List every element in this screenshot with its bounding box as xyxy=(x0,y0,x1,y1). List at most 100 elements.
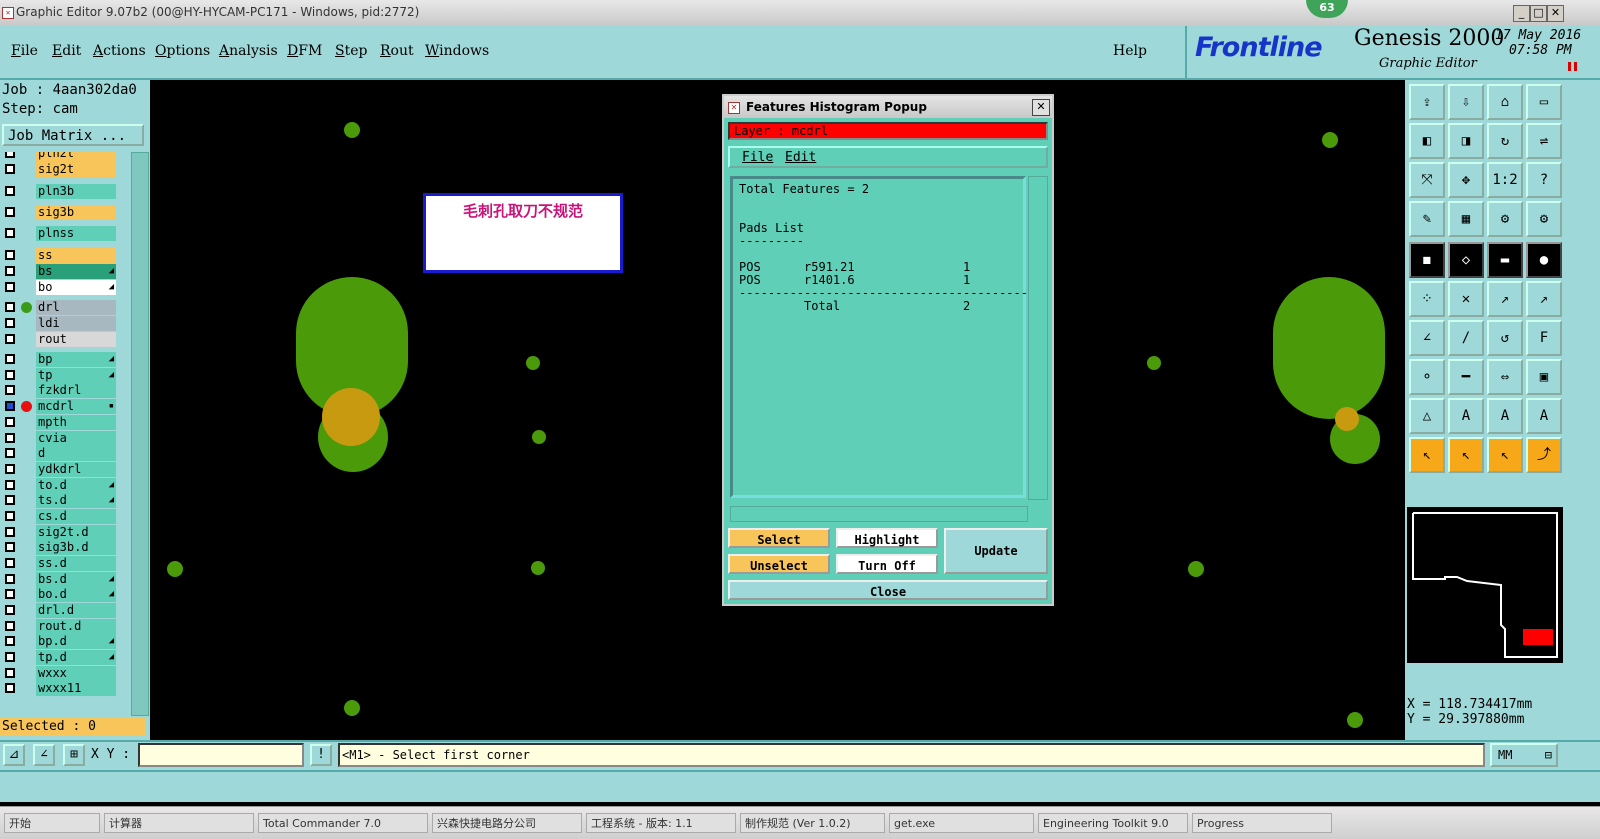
layer-name[interactable]: bs ◢ xyxy=(36,264,116,279)
annotation-note[interactable]: 毛刺孔取刀不规范 xyxy=(423,193,623,273)
layer-name[interactable]: pln2t xyxy=(36,152,116,161)
layer-name[interactable]: cvia xyxy=(36,431,116,446)
layer-checkbox[interactable] xyxy=(5,527,15,537)
layer-name[interactable]: tp.d ◢ xyxy=(36,650,116,665)
tool-button-7[interactable]: ⇌ xyxy=(1526,123,1562,159)
layer-row-bo-d[interactable]: bo.d ◢ xyxy=(2,587,120,602)
tool-button-24[interactable]: ∠ xyxy=(1409,320,1445,356)
tool-button-28[interactable]: ⚬ xyxy=(1409,359,1445,395)
taskbar-item[interactable]: get.exe xyxy=(889,813,1034,833)
layer-name[interactable]: drl xyxy=(36,300,116,315)
tool-button-25[interactable]: / xyxy=(1448,320,1484,356)
menu-dfm[interactable]: DFM xyxy=(287,43,322,59)
layer-row-bs[interactable]: bs ◢ xyxy=(2,264,120,279)
snap-icon[interactable]: ⊿ xyxy=(3,744,25,766)
taskbar-item[interactable]: 工程系统 - 版本: 1.1 xyxy=(586,813,736,833)
layer-name[interactable]: bp.d ◢ xyxy=(36,634,116,649)
minimize-button[interactable]: _ xyxy=(1513,5,1530,22)
units-select[interactable]: MM ⊟ xyxy=(1490,743,1558,767)
layer-row-plnss[interactable]: plnss xyxy=(2,226,120,241)
layer-name[interactable]: bs.d ◢ xyxy=(36,572,116,587)
tool-button-23[interactable]: ↗ xyxy=(1526,281,1562,317)
layer-row-pln2t[interactable]: pln2t xyxy=(2,152,120,161)
taskbar-item[interactable]: Total Commander 7.0 xyxy=(258,813,428,833)
menu-rout[interactable]: Rout xyxy=(380,43,414,59)
layer-name[interactable]: rout.d xyxy=(36,619,116,634)
notification-badge[interactable]: 63 xyxy=(1306,0,1348,18)
tool-button-9[interactable]: ✥ xyxy=(1448,162,1484,198)
layer-row-cs-d[interactable]: cs.d xyxy=(2,509,120,524)
popup-menu-file[interactable]: File xyxy=(742,150,773,165)
tool-button-39[interactable]: ⤴ xyxy=(1526,437,1562,473)
highlight-button[interactable]: Highlight xyxy=(836,528,938,548)
layer-name[interactable]: plnss xyxy=(36,226,116,241)
tool-button-34[interactable]: A xyxy=(1487,398,1523,434)
layer-checkbox[interactable] xyxy=(5,683,15,693)
layer-name[interactable]: bo ◢ xyxy=(36,280,116,295)
layer-checkbox[interactable] xyxy=(5,401,15,411)
angle-icon[interactable]: ∠ xyxy=(33,744,55,766)
taskbar-item[interactable]: Progress xyxy=(1192,813,1332,833)
histogram-vscroll[interactable] xyxy=(1028,176,1048,500)
layer-name[interactable]: sig2t xyxy=(36,162,116,177)
layer-row-wxxx11[interactable]: wxxx11 xyxy=(2,681,120,696)
layer-name[interactable]: rout xyxy=(36,332,116,347)
layer-checkbox[interactable] xyxy=(5,495,15,505)
tool-button-31[interactable]: ▣ xyxy=(1526,359,1562,395)
tool-button-13[interactable]: ▦ xyxy=(1448,201,1484,237)
job-matrix-button[interactable]: Job Matrix ... xyxy=(2,124,144,146)
layer-row-drl-d[interactable]: drl.d xyxy=(2,603,120,618)
layer-row-ss[interactable]: ss xyxy=(2,248,120,263)
layer-name[interactable]: drl.d xyxy=(36,603,116,618)
layer-name[interactable]: fzkdrl xyxy=(36,383,116,398)
layer-row-mcdrl[interactable]: mcdrl ▪ xyxy=(2,399,120,414)
select-button[interactable]: Select xyxy=(728,528,830,548)
tool-button-27[interactable]: F xyxy=(1526,320,1562,356)
layer-checkbox[interactable] xyxy=(5,186,15,196)
layer-name[interactable]: ss.d xyxy=(36,556,116,571)
layer-checkbox[interactable] xyxy=(5,302,15,312)
taskbar-item[interactable]: 开始 xyxy=(4,813,100,833)
popup-close-icon[interactable]: ✕ xyxy=(1032,99,1050,116)
layer-checkbox[interactable] xyxy=(5,652,15,662)
menu-analysis[interactable]: Analysis xyxy=(219,43,278,59)
restore-button[interactable]: □ xyxy=(1530,5,1547,22)
layer-row-mpth[interactable]: mpth xyxy=(2,415,120,430)
layer-row-ydkdrl[interactable]: ydkdrl xyxy=(2,462,120,477)
layer-checkbox[interactable] xyxy=(5,370,15,380)
layer-name[interactable]: tp ◢ xyxy=(36,368,116,383)
layer-checkbox[interactable] xyxy=(5,266,15,276)
layer-checkbox[interactable] xyxy=(5,605,15,615)
tool-button-30[interactable]: ⇔ xyxy=(1487,359,1523,395)
info-icon[interactable]: ! xyxy=(310,744,332,766)
layer-row-d[interactable]: d xyxy=(2,446,120,461)
layer-checkbox[interactable] xyxy=(5,282,15,292)
layer-name[interactable]: wxxx xyxy=(36,666,116,681)
tool-button-0[interactable]: ⇪ xyxy=(1409,84,1445,120)
tool-button-6[interactable]: ↻ xyxy=(1487,123,1523,159)
layer-name[interactable]: ydkdrl xyxy=(36,462,116,477)
tool-button-16[interactable]: ◼ xyxy=(1409,242,1445,278)
layer-row-ts-d[interactable]: ts.d ◢ xyxy=(2,493,120,508)
layer-name[interactable]: mpth xyxy=(36,415,116,430)
tool-button-38[interactable]: ↖ xyxy=(1487,437,1523,473)
tool-button-4[interactable]: ◧ xyxy=(1409,123,1445,159)
layer-row-bs-d[interactable]: bs.d ◢ xyxy=(2,572,120,587)
layer-row-fzkdrl[interactable]: fzkdrl xyxy=(2,383,120,398)
tool-button-17[interactable]: ◇ xyxy=(1448,242,1484,278)
layer-row-bp-d[interactable]: bp.d ◢ xyxy=(2,634,120,649)
layer-checkbox[interactable] xyxy=(5,354,15,364)
taskbar-item[interactable]: Engineering Toolkit 9.0 xyxy=(1038,813,1188,833)
taskbar-item[interactable]: 制作规范 (Ver 1.0.2) xyxy=(740,813,885,833)
layer-checkbox[interactable] xyxy=(5,417,15,427)
tool-button-11[interactable]: ? xyxy=(1526,162,1562,198)
layer-name[interactable]: to.d ◢ xyxy=(36,478,116,493)
layer-name[interactable]: ldi xyxy=(36,316,116,331)
xy-input[interactable] xyxy=(138,743,304,767)
tool-button-14[interactable]: ⚙ xyxy=(1487,201,1523,237)
layer-row-tp-d[interactable]: tp.d ◢ xyxy=(2,650,120,665)
layer-name[interactable]: mcdrl ▪ xyxy=(36,399,116,414)
layer-name[interactable]: bo.d ◢ xyxy=(36,587,116,602)
unselect-button[interactable]: Unselect xyxy=(728,554,830,574)
layer-list-scrollbar[interactable] xyxy=(131,152,149,716)
